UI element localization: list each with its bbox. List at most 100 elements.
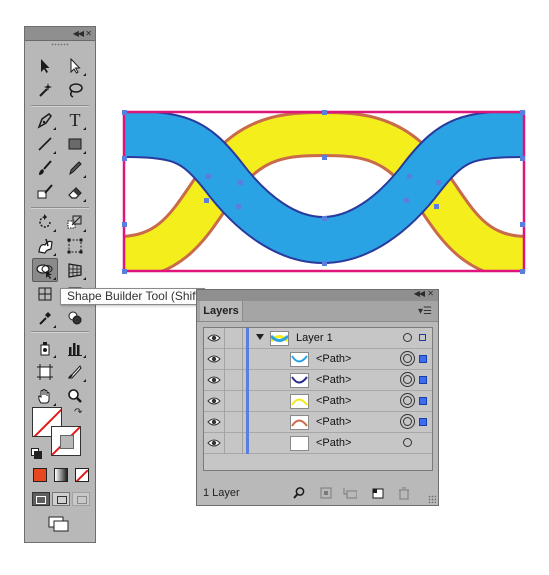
- panel-menu-icon[interactable]: ▾☰: [418, 306, 432, 317]
- blob-brush-icon: [37, 184, 53, 199]
- blob-brush-tool[interactable]: [33, 181, 57, 203]
- mesh-icon: [38, 287, 52, 301]
- path-row[interactable]: <Path>: [204, 433, 432, 454]
- selection-tool[interactable]: [33, 55, 57, 77]
- rotate-tool[interactable]: [33, 211, 57, 233]
- eye-icon[interactable]: [207, 395, 221, 407]
- tab-layers[interactable]: Layers: [200, 301, 243, 321]
- zoom-tool[interactable]: [63, 385, 87, 407]
- draw-normal-button[interactable]: [32, 492, 50, 506]
- draw-inside-button[interactable]: [72, 492, 90, 506]
- path-thumbnail: [290, 436, 309, 451]
- target-circle-icon[interactable]: [400, 414, 415, 429]
- path-name[interactable]: <Path>: [316, 395, 351, 407]
- color-mode-button[interactable]: [33, 468, 47, 482]
- mesh-tool[interactable]: [33, 283, 57, 305]
- path-name[interactable]: <Path>: [316, 416, 351, 428]
- pen-tool[interactable]: [33, 109, 57, 131]
- path-name[interactable]: <Path>: [316, 437, 351, 449]
- new-sublayer-button[interactable]: [343, 486, 357, 500]
- close-icon[interactable]: ✕: [427, 289, 434, 298]
- gradient-mode-button[interactable]: [54, 468, 68, 482]
- stroke-swatch[interactable]: [51, 426, 81, 456]
- layers-footer: 1 Layer: [197, 482, 438, 505]
- slice-tool[interactable]: [63, 361, 87, 383]
- path-row[interactable]: <Path>: [204, 412, 432, 433]
- selection-indicator[interactable]: [419, 418, 427, 426]
- paintbrush-icon: [39, 160, 52, 175]
- screen-mode-button[interactable]: [48, 516, 70, 532]
- path-name[interactable]: <Path>: [316, 374, 351, 386]
- path-name[interactable]: <Path>: [316, 353, 351, 365]
- clipping-mask-button[interactable]: [319, 486, 333, 500]
- resize-grip[interactable]: [428, 495, 436, 503]
- target-circle-icon[interactable]: [403, 438, 412, 447]
- artboard-tool[interactable]: [33, 361, 57, 383]
- layers-list: Layer 1 <Path> <Path> <Path> <Path> <Pat…: [203, 327, 433, 471]
- swap-fill-stroke-icon[interactable]: ↷: [74, 407, 82, 418]
- eye-icon[interactable]: [207, 374, 221, 386]
- target-circle-icon[interactable]: [400, 351, 415, 366]
- selection-indicator[interactable]: [419, 397, 427, 405]
- paintbrush-tool[interactable]: [33, 157, 57, 179]
- tool-tooltip: Shape Builder Tool (Shift+M): [60, 288, 220, 305]
- hand-tool[interactable]: [33, 385, 57, 407]
- line-segment-icon: [38, 137, 52, 151]
- artboard-icon: [37, 364, 53, 380]
- warp-tool[interactable]: [33, 235, 57, 257]
- path-thumbnail: [290, 394, 309, 409]
- layer-row[interactable]: Layer 1: [204, 328, 432, 349]
- selection-indicator[interactable]: [419, 376, 427, 384]
- eye-icon[interactable]: [207, 353, 221, 365]
- tools-panel-titlebar[interactable]: ◀◀ ✕: [25, 27, 95, 41]
- direct-selection-tool[interactable]: [63, 55, 87, 77]
- line-segment-tool[interactable]: [33, 133, 57, 155]
- artboard-canvas[interactable]: [118, 106, 530, 278]
- pencil-tool[interactable]: [63, 157, 87, 179]
- target-circle-icon[interactable]: [400, 393, 415, 408]
- locate-object-button[interactable]: [292, 486, 306, 500]
- none-mode-button[interactable]: [75, 468, 89, 482]
- path-thumb-art: [291, 398, 308, 406]
- default-colors-icon[interactable]: [31, 448, 42, 459]
- path-row[interactable]: <Path>: [204, 349, 432, 370]
- eye-icon[interactable]: [207, 437, 221, 449]
- path-row[interactable]: <Path>: [204, 391, 432, 412]
- target-circle-icon[interactable]: [400, 372, 415, 387]
- expand-triangle-icon[interactable]: [256, 334, 264, 340]
- layers-panel-titlebar[interactable]: ◀◀ ✕: [197, 289, 438, 301]
- eye-icon[interactable]: [207, 332, 221, 344]
- collapse-icon[interactable]: ◀◀: [73, 27, 84, 40]
- lasso-tool[interactable]: [63, 79, 87, 101]
- target-circle-icon[interactable]: [403, 333, 412, 342]
- collapse-icon[interactable]: ◀◀: [414, 289, 425, 298]
- column-graph-icon: [68, 343, 82, 356]
- draw-behind-button[interactable]: [52, 492, 70, 506]
- symbol-sprayer-tool[interactable]: [33, 337, 57, 359]
- selection-indicator[interactable]: [419, 334, 426, 341]
- type-tool[interactable]: T: [63, 109, 87, 131]
- scale-tool[interactable]: [63, 211, 87, 233]
- new-layer-button[interactable]: [371, 486, 385, 500]
- eraser-tool[interactable]: [63, 181, 87, 203]
- shape-builder-tool[interactable]: [32, 258, 58, 282]
- type-icon: T: [69, 109, 81, 130]
- blend-icon: [68, 311, 82, 325]
- eye-icon[interactable]: [207, 416, 221, 428]
- layer-count: 1 Layer: [203, 487, 240, 499]
- blend-tool[interactable]: [63, 307, 87, 329]
- panel-grip[interactable]: [51, 43, 69, 46]
- rectangle-tool[interactable]: [63, 133, 87, 155]
- magic-wand-tool[interactable]: [33, 79, 57, 101]
- path-row[interactable]: <Path>: [204, 370, 432, 391]
- layer-thumb-art: [269, 334, 290, 343]
- delete-layer-button[interactable]: [397, 486, 411, 500]
- eyedropper-tool[interactable]: [33, 307, 57, 329]
- layer-name[interactable]: Layer 1: [296, 332, 333, 344]
- perspective-grid-tool[interactable]: [63, 259, 87, 281]
- pencil-icon: [69, 161, 82, 176]
- column-graph-tool[interactable]: [63, 337, 87, 359]
- close-icon[interactable]: ✕: [85, 27, 92, 40]
- free-transform-tool[interactable]: [63, 235, 87, 257]
- selection-indicator[interactable]: [419, 355, 427, 363]
